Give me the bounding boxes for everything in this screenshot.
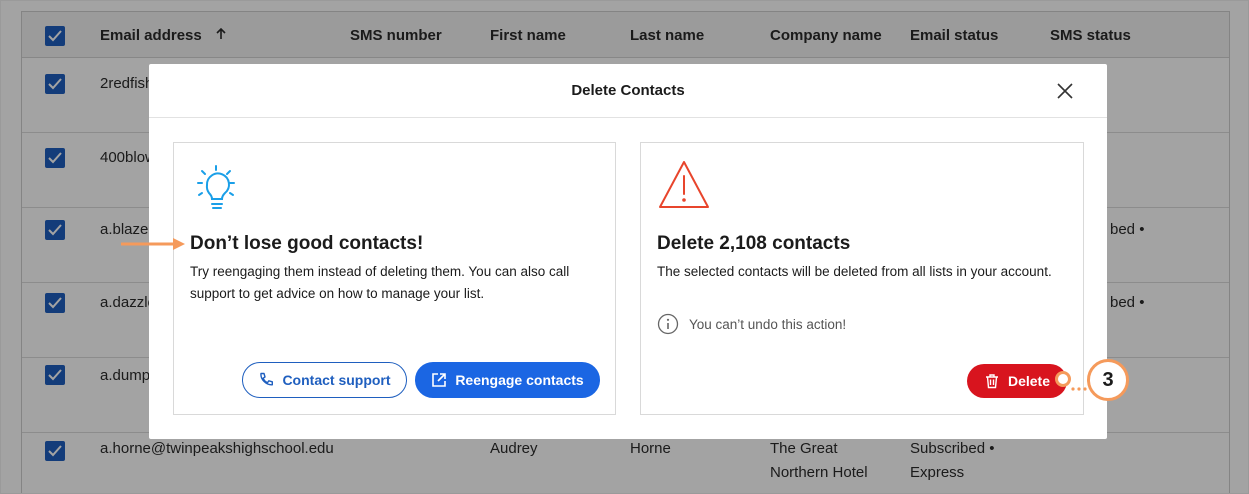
contact-support-label: Contact support xyxy=(282,372,391,388)
annotation-anchor xyxy=(1055,371,1071,387)
contact-support-button[interactable]: Contact support xyxy=(242,362,407,398)
undo-warning: You can’t undo this action! xyxy=(657,313,846,335)
undo-warning-text: You can’t undo this action! xyxy=(689,316,847,332)
app-frame: Email address SMS number First name Last… xyxy=(0,0,1249,494)
info-icon xyxy=(657,313,679,335)
reengage-title: Don’t lose good contacts! xyxy=(190,233,424,254)
lightbulb-icon xyxy=(190,163,246,218)
delete-button[interactable]: Delete xyxy=(967,364,1067,398)
reengage-body: Try reengaging them instead of deleting … xyxy=(190,264,570,301)
delete-card: Delete 2,108 contacts The selected conta… xyxy=(640,142,1084,415)
delete-body: The selected contacts will be deleted fr… xyxy=(657,264,1052,279)
delete-label: Delete xyxy=(1007,373,1051,389)
reengage-contacts-label: Reengage contacts xyxy=(455,372,584,388)
step-callout: 3 xyxy=(1087,359,1129,401)
reengage-card: Don’t lose good contacts! Try reengaging… xyxy=(173,142,616,415)
dialog-title: Delete Contacts xyxy=(571,82,685,99)
dialog-header: Delete Contacts xyxy=(149,64,1107,118)
reengage-contacts-button[interactable]: Reengage contacts xyxy=(415,362,600,398)
annotation-arrow xyxy=(121,237,187,256)
close-icon[interactable] xyxy=(1055,81,1075,101)
delete-title: Delete 2,108 contacts xyxy=(657,233,851,254)
phone-icon xyxy=(258,372,274,388)
delete-contacts-dialog: Delete Contacts Don’t lose good contacts… xyxy=(149,64,1107,439)
external-link-icon xyxy=(431,372,447,388)
trash-icon xyxy=(984,373,1000,389)
warning-icon xyxy=(657,159,711,216)
